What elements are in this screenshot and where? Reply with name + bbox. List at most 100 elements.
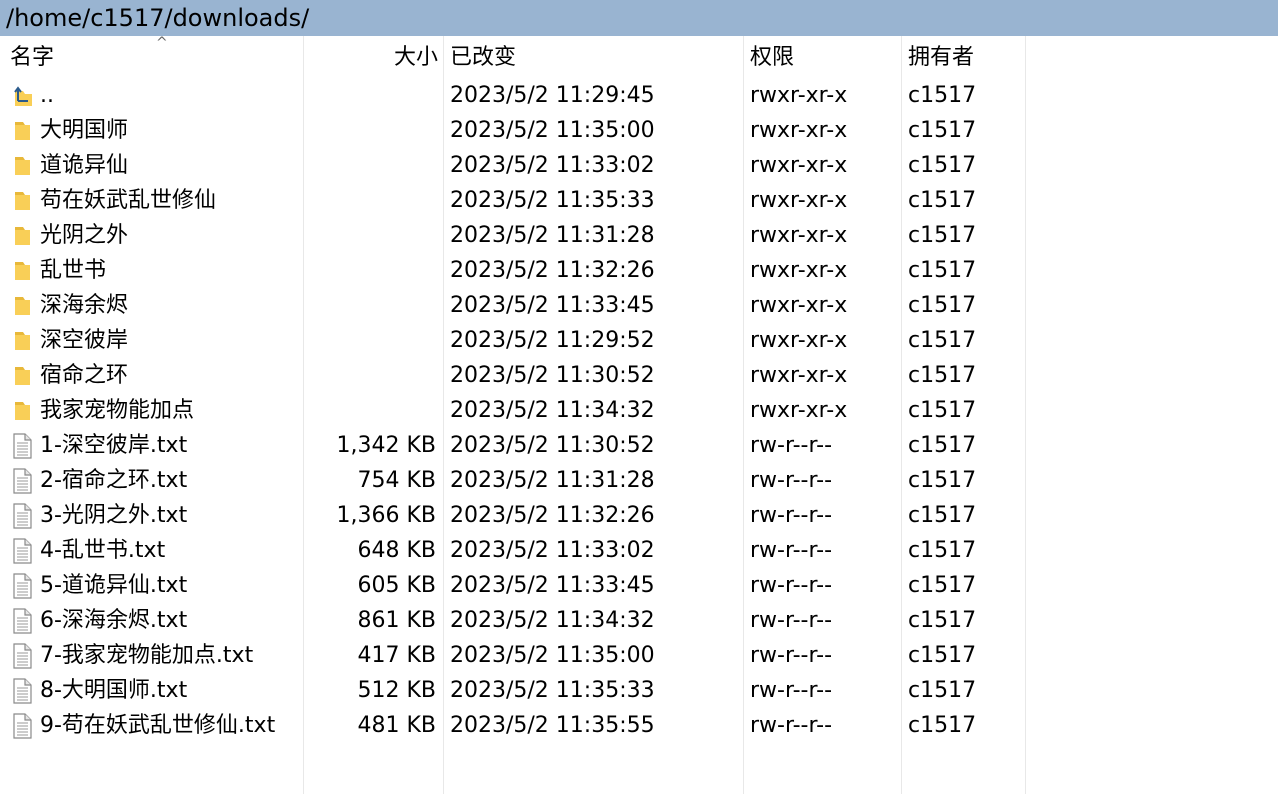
file-permissions: rwxr-xr-x	[750, 223, 848, 248]
file-row[interactable]: 宿命之环 2023/5/2 11:30:52 rwxr-xr-x c1517	[4, 358, 1274, 393]
file-owner: c1517	[908, 363, 977, 388]
file-row[interactable]: 1-深空彼岸.txt 1,342 KB 2023/5/2 11:30:52 rw-r-…	[4, 428, 1274, 463]
file-owner: c1517	[908, 433, 977, 458]
text-file-icon	[12, 468, 34, 494]
file-permissions: rw-r--r--	[750, 678, 833, 703]
file-row[interactable]: 大明国师 2023/5/2 11:35:00 rwxr-xr-x c1517	[4, 113, 1274, 148]
file-owner: c1517	[908, 153, 977, 178]
file-modified: 2023/5/2 11:35:33	[450, 678, 655, 703]
text-file-icon	[12, 643, 34, 669]
file-name: 4-乱世书.txt	[40, 538, 166, 563]
file-modified: 2023/5/2 11:35:33	[450, 188, 655, 213]
file-size: 1,342 KB	[336, 433, 437, 458]
text-file-icon	[12, 608, 34, 634]
file-modified: 2023/5/2 11:29:45	[450, 83, 655, 108]
file-row[interactable]: 9-苟在妖武乱世修仙.txt 481 KB 2023/5/2 11:35:55 rw-…	[4, 708, 1274, 743]
file-permissions: rwxr-xr-x	[750, 363, 848, 388]
column-header-size[interactable]: 大小	[304, 36, 438, 78]
path-bar[interactable]: /home/c1517/downloads/	[0, 0, 1278, 36]
file-owner: c1517	[908, 713, 977, 738]
file-permissions: rwxr-xr-x	[750, 118, 848, 143]
file-modified: 2023/5/2 11:35:00	[450, 643, 655, 668]
file-modified: 2023/5/2 11:34:32	[450, 608, 655, 633]
file-size: 481 KB	[357, 713, 436, 738]
folder-icon	[12, 293, 34, 318]
column-header-name[interactable]: 名字 ^	[10, 36, 300, 78]
file-name: 2-宿命之环.txt	[40, 468, 188, 493]
file-name: 7-我家宠物能加点.txt	[40, 643, 254, 668]
file-modified: 2023/5/2 11:35:00	[450, 118, 655, 143]
file-name: 5-道诡异仙.txt	[40, 573, 188, 598]
file-owner: c1517	[908, 678, 977, 703]
file-owner: c1517	[908, 258, 977, 283]
column-header-modified[interactable]: 已改变	[450, 36, 740, 78]
file-name: 道诡异仙	[40, 153, 129, 178]
file-permissions: rwxr-xr-x	[750, 83, 848, 108]
file-owner: c1517	[908, 608, 977, 633]
file-modified: 2023/5/2 11:32:26	[450, 503, 655, 528]
file-size: 417 KB	[357, 643, 436, 668]
column-header-row: 名字 ^ 大小 已改变 权限 拥有者	[0, 36, 1278, 78]
file-row[interactable]: 道诡异仙 2023/5/2 11:33:02 rwxr-xr-x c1517	[4, 148, 1274, 183]
file-row[interactable]: 光阴之外 2023/5/2 11:31:28 rwxr-xr-x c1517	[4, 218, 1274, 253]
folder-icon	[12, 328, 34, 353]
file-row[interactable]: 我家宠物能加点 2023/5/2 11:34:32 rwxr-xr-x c1517	[4, 393, 1274, 428]
folder-icon	[12, 153, 34, 178]
file-row[interactable]: 7-我家宠物能加点.txt 417 KB 2023/5/2 11:35:00 rw-r…	[4, 638, 1274, 673]
file-row[interactable]: 8-大明国师.txt 512 KB 2023/5/2 11:35:33 rw-r--r…	[4, 673, 1274, 708]
file-size	[304, 183, 436, 218]
column-header-permissions[interactable]: 权限	[750, 36, 898, 78]
file-owner: c1517	[908, 573, 977, 598]
file-permissions: rw-r--r--	[750, 573, 833, 598]
file-owner: c1517	[908, 643, 977, 668]
file-size	[304, 358, 436, 393]
file-size	[304, 218, 436, 253]
file-row[interactable]: 4-乱世书.txt 648 KB 2023/5/2 11:33:02 rw-r--r-…	[4, 533, 1274, 568]
file-modified: 2023/5/2 11:30:52	[450, 363, 655, 388]
file-permissions: rwxr-xr-x	[750, 293, 848, 318]
text-file-icon	[12, 503, 34, 529]
file-name: 1-深空彼岸.txt	[40, 433, 188, 458]
column-header-name-label: 名字	[10, 45, 55, 70]
file-name: 8-大明国师.txt	[40, 678, 188, 703]
file-row[interactable]: 6-深海余烬.txt 861 KB 2023/5/2 11:34:32 rw-r--r…	[4, 603, 1274, 638]
file-permissions: rw-r--r--	[750, 468, 833, 493]
file-owner: c1517	[908, 398, 977, 423]
file-name: ..	[40, 83, 54, 108]
text-file-icon	[12, 573, 34, 599]
file-row[interactable]: .. 2023/5/2 11:29:45 rwxr-xr-x c1517	[4, 78, 1274, 113]
text-file-icon	[12, 678, 34, 704]
parent-folder-icon	[12, 83, 34, 108]
file-modified: 2023/5/2 11:33:45	[450, 573, 655, 598]
file-row[interactable]: 深空彼岸 2023/5/2 11:29:52 rwxr-xr-x c1517	[4, 323, 1274, 358]
file-name: 光阴之外	[40, 223, 129, 248]
file-row[interactable]: 5-道诡异仙.txt 605 KB 2023/5/2 11:33:45 rw-r--r…	[4, 568, 1274, 603]
file-name: 宿命之环	[40, 363, 129, 388]
text-file-icon	[12, 713, 34, 739]
file-modified: 2023/5/2 11:33:45	[450, 293, 655, 318]
file-row[interactable]: 苟在妖武乱世修仙 2023/5/2 11:35:33 rwxr-xr-x c1517	[4, 183, 1274, 218]
file-row[interactable]: 3-光阴之外.txt 1,366 KB 2023/5/2 11:32:26 rw-r-…	[4, 498, 1274, 533]
file-size	[304, 148, 436, 183]
file-owner: c1517	[908, 223, 977, 248]
file-permissions: rw-r--r--	[750, 433, 833, 458]
file-modified: 2023/5/2 11:32:26	[450, 258, 655, 283]
file-owner: c1517	[908, 293, 977, 318]
file-row[interactable]: 乱世书 2023/5/2 11:32:26 rwxr-xr-x c1517	[4, 253, 1274, 288]
file-owner: c1517	[908, 118, 977, 143]
file-owner: c1517	[908, 83, 977, 108]
column-header-owner[interactable]: 拥有者	[908, 36, 1022, 78]
folder-icon	[12, 188, 34, 213]
file-modified: 2023/5/2 11:34:32	[450, 398, 655, 423]
file-list[interactable]: 名字 ^ 大小 已改变 权限 拥有者 .. 2023/5/2 11:29:45 rw…	[0, 36, 1278, 794]
file-size: 605 KB	[357, 573, 436, 598]
sort-ascending-icon: ^	[156, 35, 168, 51]
file-size: 754 KB	[357, 468, 436, 493]
file-size	[304, 288, 436, 323]
file-name: 大明国师	[40, 118, 129, 143]
file-row[interactable]: 深海余烬 2023/5/2 11:33:45 rwxr-xr-x c1517	[4, 288, 1274, 323]
file-size: 861 KB	[357, 608, 436, 633]
file-row[interactable]: 2-宿命之环.txt 754 KB 2023/5/2 11:31:28 rw-r--r…	[4, 463, 1274, 498]
file-owner: c1517	[908, 503, 977, 528]
file-permissions: rwxr-xr-x	[750, 398, 848, 423]
